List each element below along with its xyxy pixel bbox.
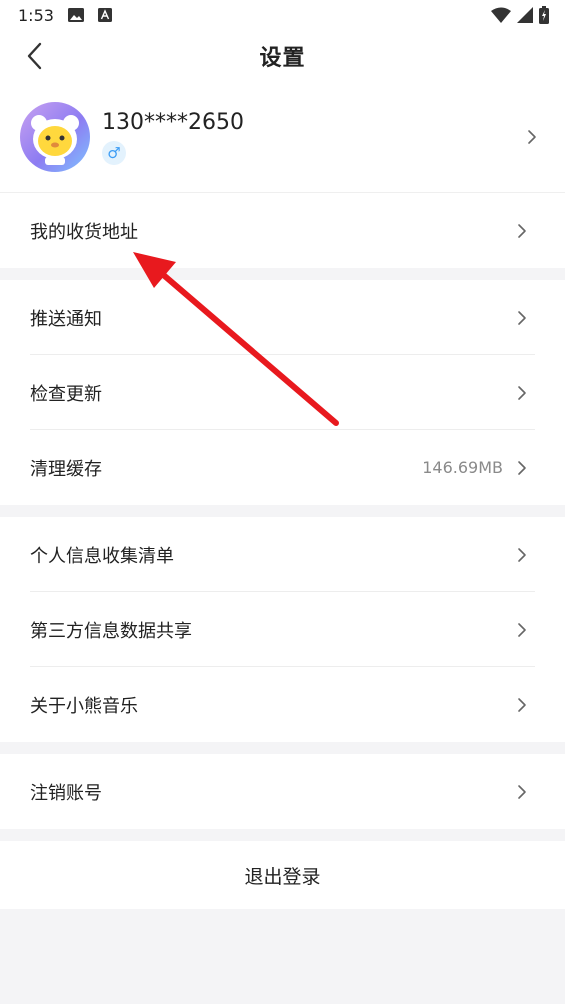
male-gender-icon: ♂ — [102, 140, 126, 165]
row-label: 第三方信息数据共享 — [30, 620, 192, 642]
signal-icon — [517, 7, 533, 23]
row-personal-info-list[interactable]: 个人信息收集清单 — [0, 517, 565, 592]
row-about[interactable]: 关于小熊音乐 — [0, 667, 565, 742]
logout-button[interactable]: 退出登录 — [0, 841, 565, 909]
chevron-right-icon — [518, 784, 526, 799]
settings-group-address: 我的收货地址 — [0, 193, 565, 268]
row-label: 个人信息收集清单 — [30, 545, 174, 567]
row-third-party-sharing[interactable]: 第三方信息数据共享 — [0, 592, 565, 667]
chevron-right-icon — [518, 622, 526, 637]
row-label: 检查更新 — [30, 383, 102, 405]
row-label: 推送通知 — [30, 308, 102, 330]
bear-mascot-icon — [31, 115, 79, 165]
top-bar: 设置 — [0, 30, 565, 82]
settings-group-account: 注销账号 — [0, 754, 565, 829]
avatar[interactable] — [20, 102, 90, 172]
chevron-right-icon — [518, 223, 526, 238]
row-push-notification[interactable]: 推送通知 — [0, 280, 565, 355]
row-label: 清理缓存 — [30, 458, 102, 480]
row-shipping-address[interactable]: 我的收货地址 — [0, 193, 565, 268]
back-button[interactable] — [16, 38, 52, 74]
row-label: 关于小熊音乐 — [30, 695, 138, 717]
battery-icon — [539, 6, 549, 24]
profile-phone: 130****2650 — [102, 109, 244, 135]
chevron-right-icon — [528, 130, 536, 144]
chevron-right-icon — [518, 460, 526, 475]
chevron-right-icon — [518, 697, 526, 712]
gallery-notification-icon — [67, 8, 84, 22]
profile-card[interactable]: 130****2650 ♂ — [0, 82, 565, 193]
back-arrow-icon — [27, 42, 42, 70]
status-bar: 1:53 — [0, 0, 565, 30]
row-clear-cache[interactable]: 清理缓存 146.69MB — [0, 430, 565, 505]
page-title: 设置 — [259, 46, 306, 71]
row-label: 注销账号 — [30, 782, 102, 804]
settings-group-app: 推送通知 检查更新 清理缓存 146.69MB — [0, 280, 565, 505]
gender-symbol: ♂ — [107, 143, 121, 162]
app-notification-icon — [97, 8, 112, 22]
chevron-right-icon — [518, 547, 526, 562]
status-time: 1:53 — [18, 5, 54, 25]
cache-size-value: 146.69MB — [422, 458, 503, 477]
row-label: 我的收货地址 — [30, 221, 138, 243]
chevron-right-icon — [518, 310, 526, 325]
row-delete-account[interactable]: 注销账号 — [0, 754, 565, 829]
row-check-update[interactable]: 检查更新 — [0, 355, 565, 430]
logout-label: 退出登录 — [244, 865, 321, 888]
settings-group-privacy: 个人信息收集清单 第三方信息数据共享 关于小熊音乐 — [0, 517, 565, 742]
chevron-right-icon — [518, 385, 526, 400]
wifi-icon — [491, 7, 511, 23]
